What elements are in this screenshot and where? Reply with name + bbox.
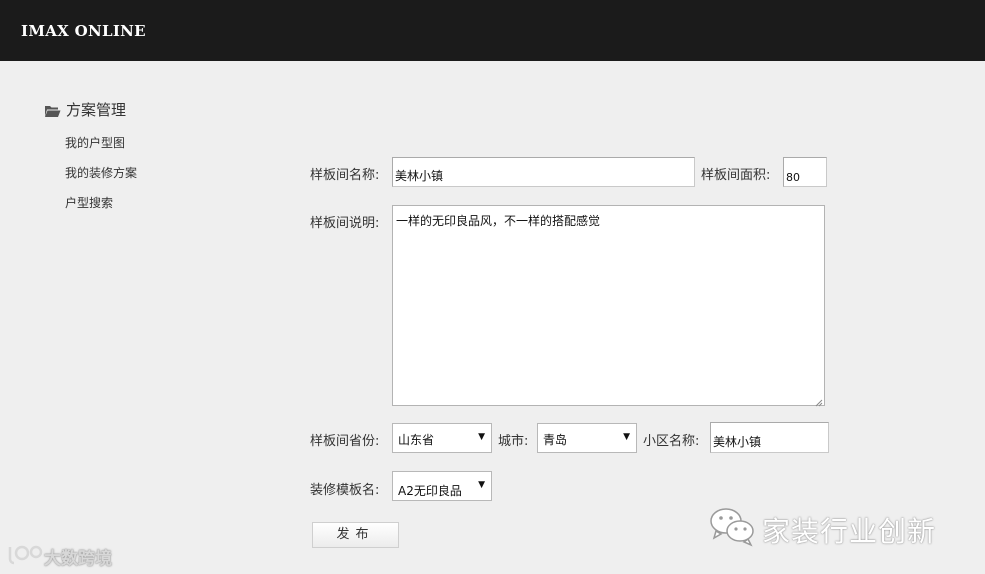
sidebar-item-my-floorplans[interactable]: 我的户型图	[65, 134, 125, 151]
dropdown-arrow-icon: ▼	[478, 432, 485, 442]
province-label: 样板间省份:	[310, 434, 380, 449]
city-label: 城市:	[498, 434, 529, 449]
wechat-icon	[708, 505, 756, 554]
room-desc-label: 样板间说明:	[310, 216, 380, 231]
room-area-value: 80	[786, 171, 800, 184]
province-value: 山东省	[398, 433, 435, 447]
dropdown-arrow-icon: ▼	[478, 480, 485, 490]
template-label: 装修模板名:	[310, 483, 380, 498]
sidebar-item-floorplan-search[interactable]: 户型搜索	[65, 194, 113, 211]
room-name-input[interactable]: 美林小镇	[392, 157, 695, 187]
room-name-label: 样板间名称:	[310, 168, 380, 183]
resize-grip-icon[interactable]	[815, 396, 823, 407]
dropdown-arrow-icon: ▼	[623, 432, 630, 442]
sidebar-item-my-renovation-plans[interactable]: 我的装修方案	[65, 164, 137, 181]
city-value: 青岛	[543, 433, 568, 447]
publish-button[interactable]: 发布	[312, 522, 399, 548]
watermark-right-text: 家装行业创新	[762, 514, 937, 548]
room-area-label: 样板间面积:	[701, 168, 771, 183]
watermark-logo-icon	[8, 543, 44, 570]
watermark-left-text: 大数跨境	[44, 549, 112, 569]
watermark-left: 大数跨境	[8, 543, 112, 570]
room-name-value: 美林小镇	[395, 169, 444, 183]
community-input[interactable]: 美林小镇	[710, 422, 829, 453]
room-area-input[interactable]: 80	[783, 157, 827, 187]
template-value: A2无印良品	[398, 484, 462, 498]
province-select[interactable]: 山东省 ▼	[392, 423, 492, 453]
community-label: 小区名称:	[643, 434, 700, 449]
folder-open-icon	[44, 103, 61, 117]
room-desc-textarea[interactable]: 一样的无印良品风，不一样的搭配感觉	[392, 205, 825, 407]
community-value: 美林小镇	[713, 435, 762, 449]
sidebar-title: 方案管理	[66, 101, 127, 119]
sidebar-section-header[interactable]: 方案管理	[44, 99, 126, 120]
watermark-right: 家装行业创新	[708, 505, 936, 554]
top-navbar: IMAX ONLINE	[0, 0, 985, 61]
brand-logo[interactable]: IMAX ONLINE	[21, 22, 146, 40]
template-select[interactable]: A2无印良品 ▼	[392, 471, 492, 501]
room-desc-value: 一样的无印良品风，不一样的搭配感觉	[396, 214, 601, 228]
city-select[interactable]: 青岛 ▼	[537, 423, 637, 453]
